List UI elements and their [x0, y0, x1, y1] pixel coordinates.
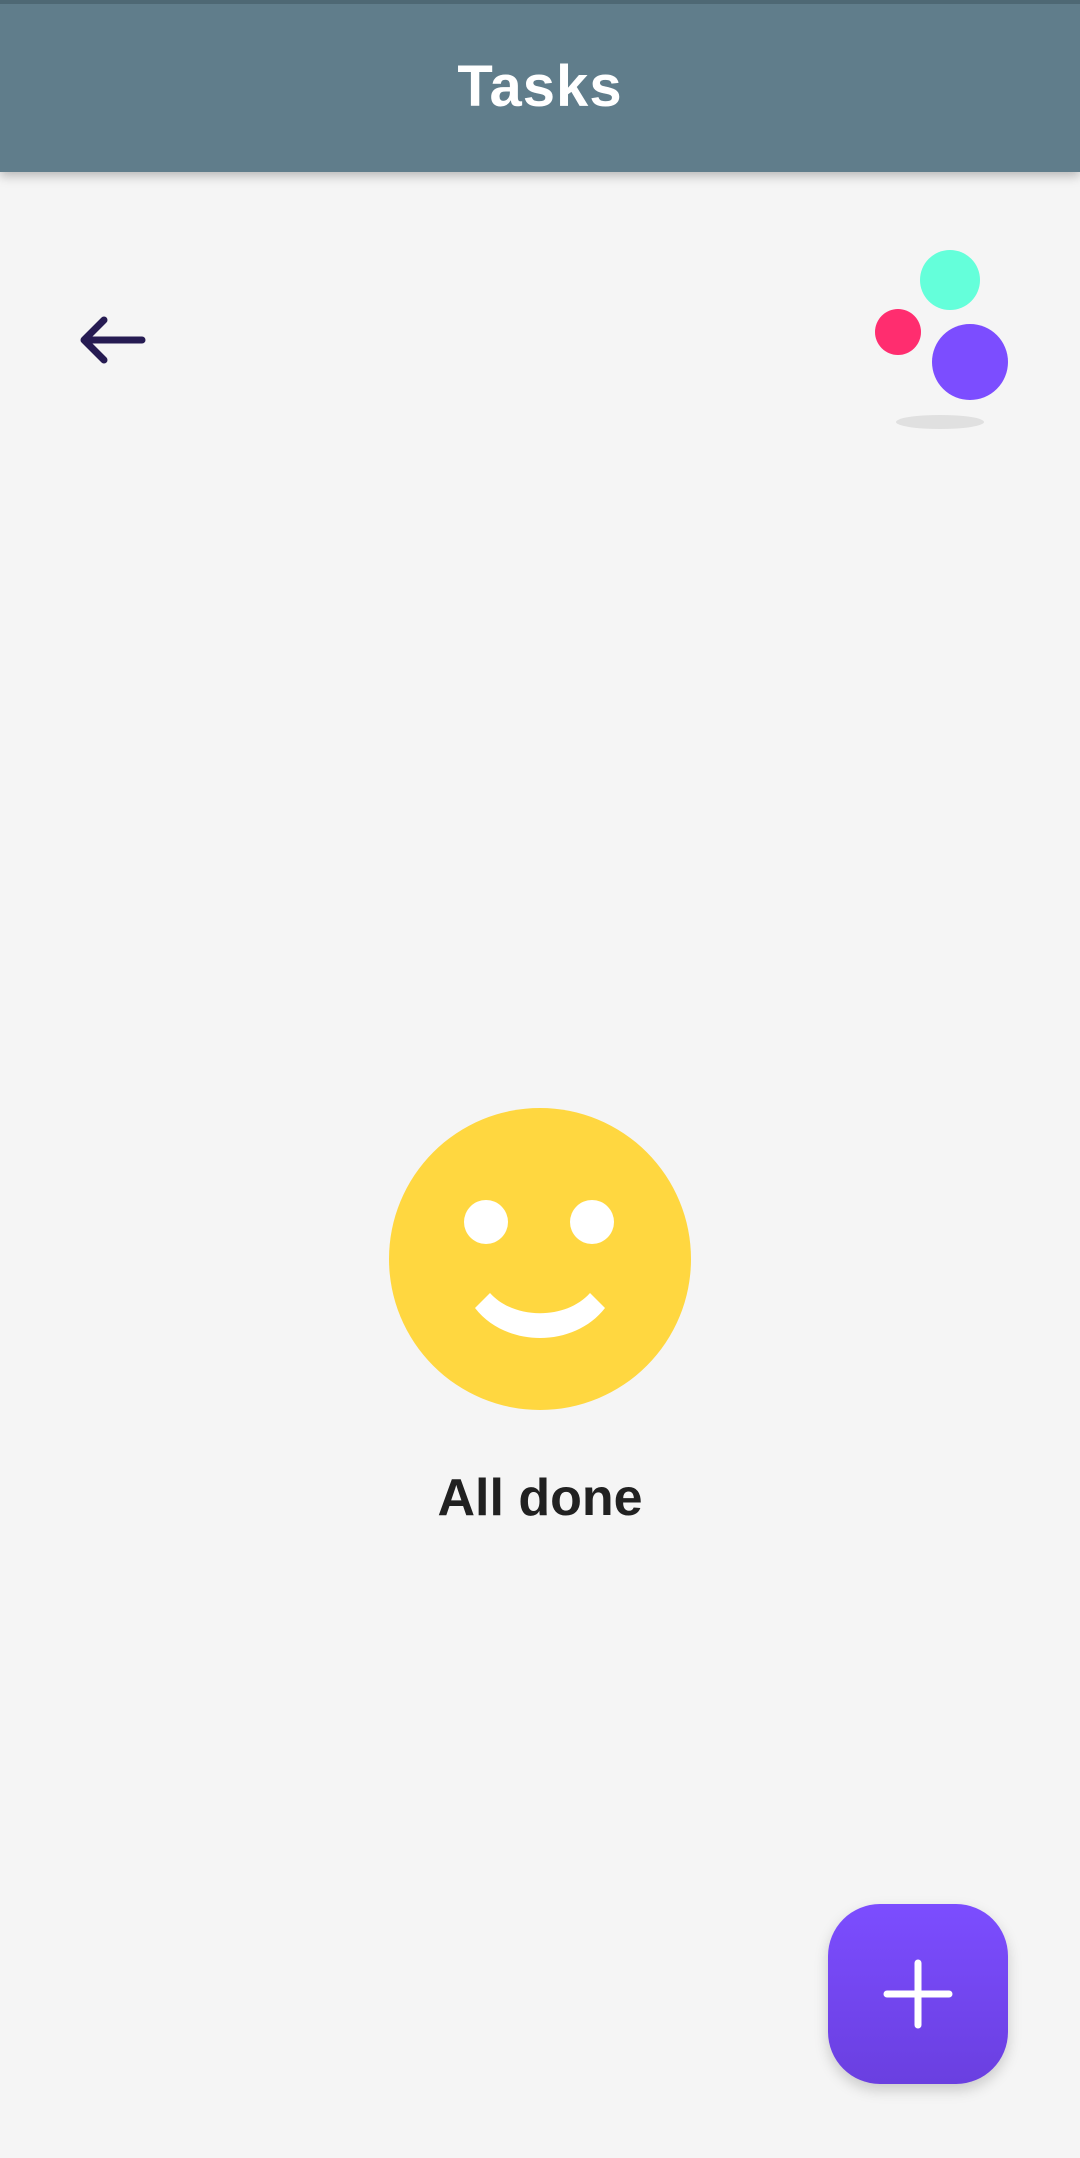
add-task-button[interactable] — [828, 1904, 1008, 2084]
smiley-face-icon — [389, 1108, 691, 1410]
back-button[interactable] — [66, 300, 156, 380]
app-bar: Tasks — [0, 0, 1080, 172]
app-logo — [866, 240, 1016, 440]
page-title: Tasks — [457, 53, 623, 119]
app-logo-icon — [875, 250, 1008, 429]
empty-state: All done — [0, 1108, 1080, 1528]
arrow-left-icon — [80, 316, 146, 364]
empty-state-message: All done — [437, 1469, 643, 1527]
plus-icon — [883, 1959, 953, 2029]
